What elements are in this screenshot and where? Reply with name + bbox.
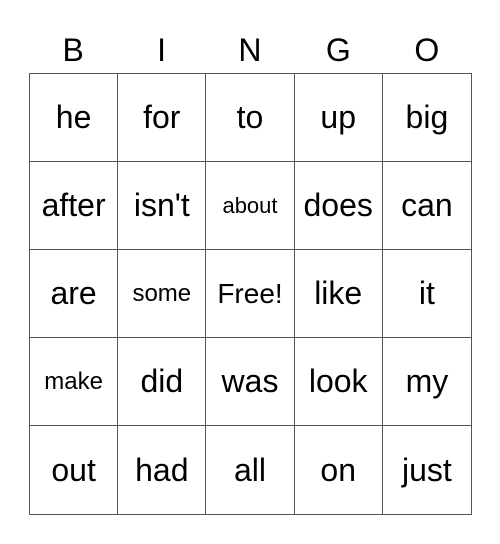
bingo-cell[interactable]: about xyxy=(206,162,295,250)
bingo-cell[interactable]: my xyxy=(382,338,471,426)
bingo-cell[interactable]: for xyxy=(118,74,207,162)
bingo-cell[interactable]: isn't xyxy=(118,162,207,250)
bingo-cell[interactable]: are xyxy=(30,250,119,338)
bingo-cell[interactable]: he xyxy=(30,74,119,162)
bingo-cell[interactable]: had xyxy=(118,426,207,514)
bingo-cell[interactable]: all xyxy=(206,426,295,514)
bingo-cell[interactable]: big xyxy=(382,74,471,162)
bingo-cell[interactable]: it xyxy=(382,250,471,338)
bingo-cell[interactable]: can xyxy=(382,162,471,250)
bingo-cell[interactable]: after xyxy=(30,162,119,250)
header-letter-n: N xyxy=(238,32,262,68)
bingo-cell[interactable]: look xyxy=(294,338,383,426)
bingo-cell[interactable]: does xyxy=(294,162,383,250)
bingo-cell[interactable]: out xyxy=(30,426,119,514)
bingo-grid: he for to up big after isn't about does … xyxy=(29,73,472,515)
header-letter-b: B xyxy=(62,32,84,68)
bingo-cell[interactable]: make xyxy=(30,338,119,426)
bingo-cell[interactable]: up xyxy=(294,74,383,162)
bingo-cell[interactable]: on xyxy=(295,426,383,514)
header-letter-i: I xyxy=(157,32,167,68)
bingo-cell[interactable]: was xyxy=(206,338,295,426)
bingo-cell[interactable]: like xyxy=(294,250,383,338)
free-space-cell[interactable]: Free! xyxy=(206,250,295,338)
bingo-header: B I N G O xyxy=(29,28,471,72)
header-letter-g: G xyxy=(325,32,351,68)
bingo-cell[interactable]: some xyxy=(118,250,207,338)
bingo-cell[interactable]: just xyxy=(383,426,471,514)
bingo-cell[interactable]: did xyxy=(118,338,207,426)
header-letter-o: O xyxy=(414,32,440,68)
bingo-cell[interactable]: to xyxy=(206,74,295,162)
